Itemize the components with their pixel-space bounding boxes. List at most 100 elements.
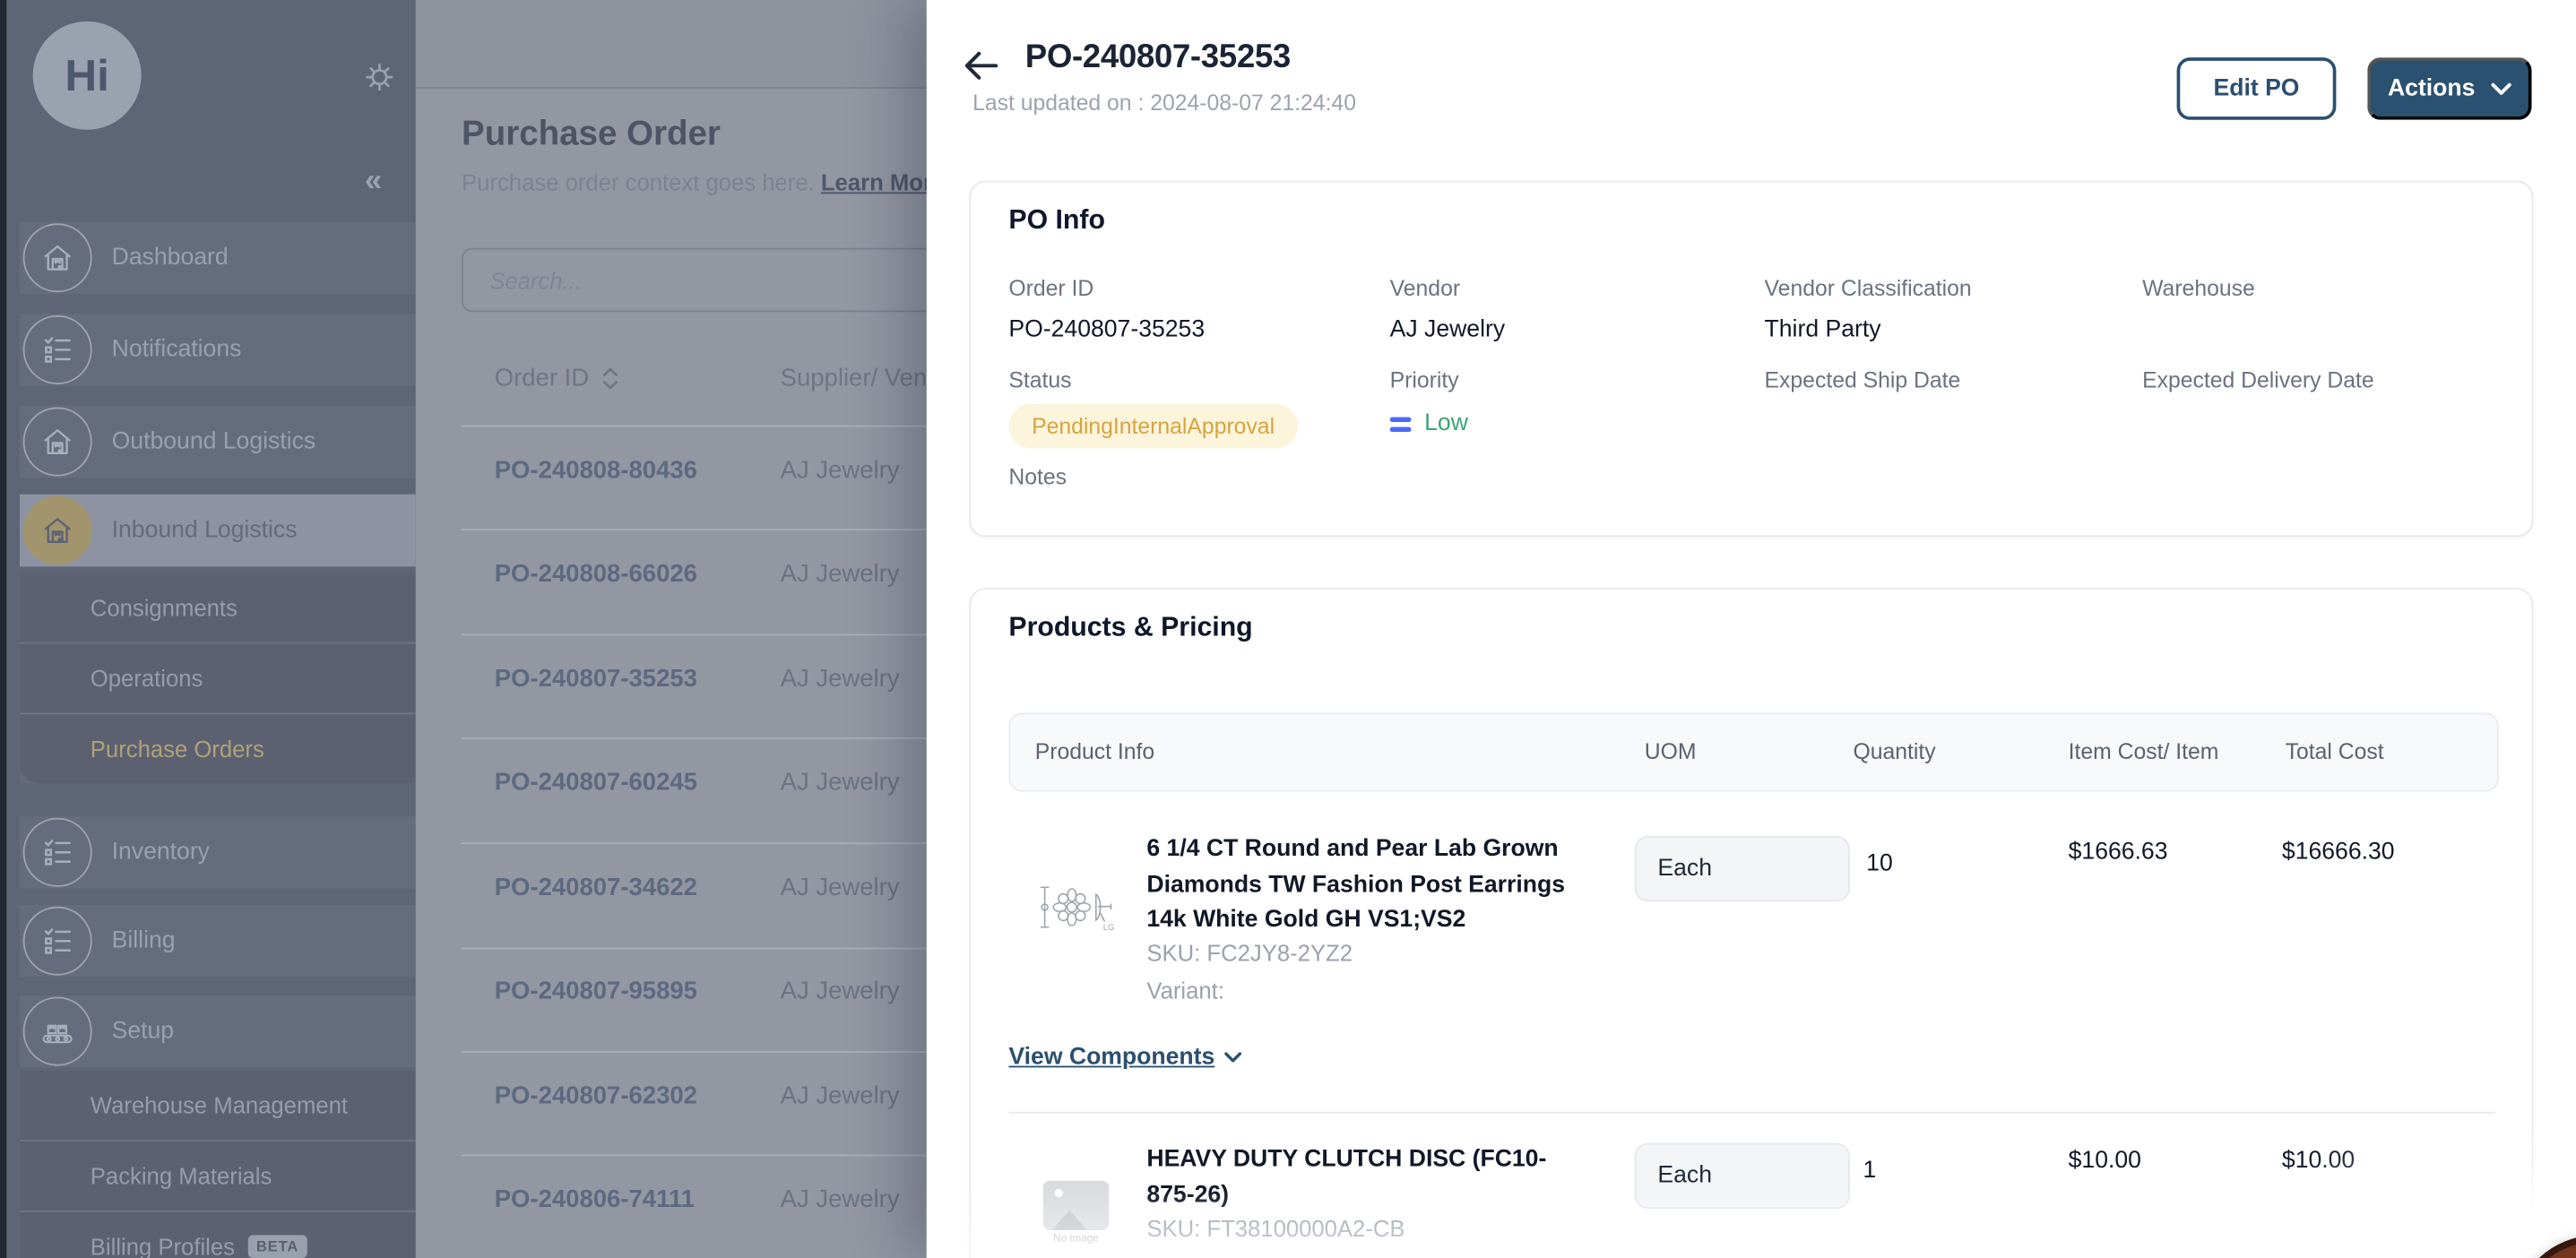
product-variant: Variant: bbox=[1146, 978, 1224, 1004]
inbound-submenu: Consignments Operations Purchase Orders bbox=[20, 573, 416, 784]
setup-submenu: Warehouse Management Packing Materials B… bbox=[20, 1071, 416, 1258]
sku-value: FC2JY8-2YZ2 bbox=[1206, 939, 1353, 965]
sidebar-item-label: Billing Profiles bbox=[91, 1234, 235, 1258]
column-quantity: Quantity bbox=[1854, 739, 1936, 763]
products-table-header: Product Info UOM Quantity Item Cost/ Ite… bbox=[1008, 712, 2498, 791]
beta-badge: BETA bbox=[248, 1235, 307, 1258]
product-name: 6 1/4 CT Round and Pear Lab Grown Diamon… bbox=[1146, 832, 1606, 938]
page-subtitle-text: Purchase order context goes here. bbox=[462, 169, 815, 195]
products-pricing-card: Products & Pricing Product Info UOM Quan… bbox=[969, 588, 2533, 1258]
earrings-product-image bbox=[1033, 875, 1119, 948]
chevron-down-icon bbox=[2490, 82, 2511, 96]
field-label: Expected Delivery Date bbox=[2142, 368, 2374, 392]
sidebar-item-label: Billing bbox=[112, 928, 176, 954]
sku-value: FT38100000A2-CB bbox=[1206, 1215, 1405, 1241]
sidebar-item-inbound-logistics[interactable]: Inbound Logistics bbox=[20, 495, 416, 567]
table-row-order-id[interactable]: PO-240808-80436 bbox=[495, 457, 697, 485]
sidebar-collapse-icon[interactable]: « bbox=[365, 164, 379, 200]
setup-icon bbox=[23, 997, 92, 1066]
table-row-order-id[interactable]: PO-240807-60245 bbox=[495, 769, 697, 797]
field-label: Vendor Classification bbox=[1765, 276, 1972, 300]
table-row-supplier: AJ Jewelry bbox=[781, 1082, 900, 1110]
sidebar-item-label: Notifications bbox=[112, 337, 242, 363]
column-label: Order ID bbox=[495, 365, 589, 392]
vendor-value: AJ Jewelry bbox=[1390, 317, 1506, 343]
field-label: Vendor bbox=[1390, 276, 1460, 300]
table-row-order-id[interactable]: PO-240807-62302 bbox=[495, 1082, 697, 1110]
window-edge bbox=[0, 0, 6, 1258]
outbound-logistics-icon bbox=[23, 408, 92, 477]
notifications-icon bbox=[23, 315, 92, 384]
column-product-info: Product Info bbox=[1035, 739, 1154, 763]
sidebar-item-warehouse-management[interactable]: Warehouse Management bbox=[20, 1071, 416, 1140]
sidebar-item-label: Outbound Logistics bbox=[112, 428, 316, 454]
actions-button[interactable]: Actions bbox=[2367, 57, 2531, 120]
sidebar-item-outbound-logistics[interactable]: Outbound Logistics bbox=[20, 406, 416, 478]
po-info-heading: PO Info bbox=[1008, 205, 1105, 237]
column-item-cost: Item Cost/ Item bbox=[2069, 739, 2219, 763]
po-detail-drawer: PO-240807-35253 Last updated on : 2024-0… bbox=[927, 0, 2576, 1258]
item-cost-value: $10.00 bbox=[2069, 1148, 2141, 1174]
sidebar-item-label: Setup bbox=[112, 1018, 174, 1044]
vendor-classification-value: Third Party bbox=[1765, 317, 1881, 343]
sidebar-item-inventory[interactable]: Inventory bbox=[20, 816, 416, 889]
table-row-supplier: AJ Jewelry bbox=[781, 874, 900, 901]
sidebar-item-consignments[interactable]: Consignments bbox=[20, 573, 416, 642]
sidebar-item-purchase-orders[interactable]: Purchase Orders bbox=[20, 712, 416, 783]
dashboard-icon bbox=[23, 223, 92, 292]
back-arrow-icon[interactable] bbox=[959, 44, 1002, 87]
sidebar-item-billing[interactable]: Billing bbox=[20, 905, 416, 978]
settings-gear-icon[interactable] bbox=[361, 59, 397, 95]
quantity-value: 1 bbox=[1863, 1158, 1877, 1184]
billing-icon bbox=[23, 907, 92, 976]
table-row-order-id[interactable]: PO-240808-66026 bbox=[495, 560, 697, 588]
table-row-supplier: AJ Jewelry bbox=[781, 457, 900, 485]
field-label: Priority bbox=[1390, 368, 1459, 392]
sidebar-item-label: Inbound Logistics bbox=[112, 517, 298, 543]
sidebar-item-label: Inventory bbox=[112, 840, 210, 866]
sidebar-item-packing-materials[interactable]: Packing Materials bbox=[20, 1140, 416, 1211]
table-row-order-id[interactable]: PO-240807-34622 bbox=[495, 874, 697, 901]
sku-label: SKU: bbox=[1146, 1215, 1200, 1241]
last-updated-text: Last updated on : 2024-08-07 21:24:40 bbox=[972, 90, 1356, 115]
no-image-caption: No image bbox=[1043, 1234, 1109, 1245]
product-name: HEAVY DUTY CLUTCH DISC (FC10-875-26) bbox=[1146, 1143, 1594, 1214]
table-row-supplier: AJ Jewelry bbox=[781, 665, 900, 693]
notes-label: Notes bbox=[1008, 465, 1067, 489]
view-components-link[interactable]: View Components bbox=[1008, 1045, 1242, 1071]
inventory-icon bbox=[23, 818, 92, 887]
product-sku: SKU: FT38100000A2-CB bbox=[1146, 1215, 1405, 1241]
sidebar-item-setup[interactable]: Setup bbox=[20, 995, 416, 1068]
table-row-order-id[interactable]: PO-240807-35253 bbox=[495, 665, 697, 693]
sidebar-item-notifications[interactable]: Notifications bbox=[20, 314, 416, 386]
page-title: Purchase Order bbox=[462, 115, 721, 154]
edit-po-button[interactable]: Edit PO bbox=[2177, 57, 2337, 120]
sku-label: SKU: bbox=[1146, 939, 1200, 965]
status-badge: PendingInternalApproval bbox=[1008, 404, 1297, 448]
order-id-value: PO-240807-35253 bbox=[1008, 317, 1205, 343]
sidebar-item-billing-profiles[interactable]: Billing Profiles BETA bbox=[20, 1211, 416, 1258]
uom-select[interactable]: Each bbox=[1635, 1143, 1850, 1209]
column-total-cost: Total Cost bbox=[2286, 739, 2384, 763]
field-label: Warehouse bbox=[2142, 276, 2255, 300]
sort-icon[interactable] bbox=[601, 366, 618, 391]
field-label: Status bbox=[1008, 368, 1071, 392]
app-logo[interactable]: Hi bbox=[33, 22, 142, 130]
priority-low-icon bbox=[1390, 417, 1412, 431]
table-row-order-id[interactable]: PO-240807-95895 bbox=[495, 978, 697, 1005]
table-row-order-id[interactable]: PO-240806-74111 bbox=[495, 1185, 695, 1213]
quantity-value: 10 bbox=[1866, 850, 1893, 876]
table-row-supplier: AJ Jewelry bbox=[781, 560, 900, 588]
table-row-supplier: AJ Jewelry bbox=[781, 978, 900, 1005]
sidebar-item-operations[interactable]: Operations bbox=[20, 642, 416, 713]
uom-select[interactable]: Each bbox=[1635, 836, 1850, 901]
field-label: Order ID bbox=[1008, 276, 1094, 300]
item-cost-value: $1666.63 bbox=[2069, 840, 2168, 866]
table-row-supplier: AJ Jewelry bbox=[781, 769, 900, 797]
view-components-label: View Components bbox=[1008, 1045, 1215, 1071]
column-header-order-id[interactable]: Order ID bbox=[495, 365, 618, 392]
sidebar-item-dashboard[interactable]: Dashboard bbox=[20, 221, 416, 294]
column-uom: UOM bbox=[1645, 739, 1697, 763]
actions-button-label: Actions bbox=[2388, 75, 2475, 101]
products-heading: Products & Pricing bbox=[1008, 613, 1252, 644]
